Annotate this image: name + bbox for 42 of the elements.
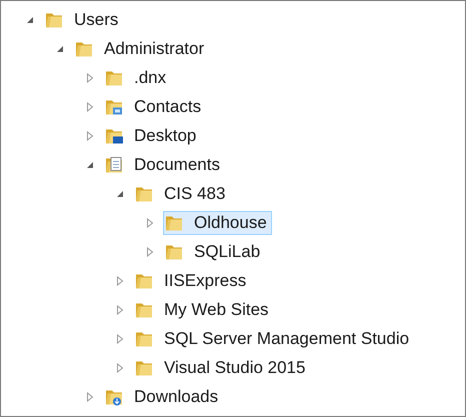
expand-toggle[interactable] (145, 218, 155, 228)
expand-toggle[interactable] (85, 130, 95, 140)
tree-item[interactable]: Oldhouse (163, 210, 272, 234)
tree-item[interactable]: Visual Studio 2015 (133, 356, 310, 380)
expand-toggle[interactable] (115, 362, 125, 372)
expand-toggle[interactable] (85, 102, 95, 112)
tree-item[interactable]: .dnx (103, 66, 172, 90)
tree-item[interactable]: SQLiLab (163, 240, 266, 264)
folder-icon (75, 40, 93, 58)
collapse-toggle[interactable] (25, 14, 35, 24)
folder-icon (135, 300, 153, 318)
expand-toggle[interactable] (115, 334, 125, 344)
collapse-toggle[interactable] (115, 188, 125, 198)
tree-item[interactable]: CIS 483 (133, 182, 230, 206)
tree-item[interactable]: SQL Server Management Studio (133, 326, 414, 350)
folder-icon (105, 68, 123, 86)
tree-item[interactable]: IISExpress (133, 268, 252, 292)
desktop-folder-icon (105, 126, 123, 144)
expand-toggle[interactable] (115, 304, 125, 314)
folder-icon (45, 10, 63, 28)
downloads-folder-icon (105, 388, 123, 406)
folder-icon (165, 214, 183, 232)
documents-folder-icon (105, 156, 123, 174)
folder-icon (135, 330, 153, 348)
collapse-toggle[interactable] (55, 44, 65, 54)
tree-item[interactable]: Administrator (73, 36, 210, 60)
expand-toggle[interactable] (85, 72, 95, 82)
tree-item[interactable]: Contacts (103, 94, 206, 118)
tree-item[interactable]: My Web Sites (133, 298, 274, 322)
folder-icon (135, 358, 153, 376)
expand-toggle[interactable] (115, 276, 125, 286)
expand-toggle[interactable] (85, 392, 95, 402)
folder-icon (135, 272, 153, 290)
tree-item[interactable]: Users (43, 8, 124, 32)
collapse-toggle[interactable] (85, 160, 95, 170)
tree-item[interactable]: Downloads (103, 384, 224, 408)
tree-item[interactable]: Desktop (103, 124, 202, 148)
expand-toggle[interactable] (145, 246, 155, 256)
folder-icon (165, 242, 183, 260)
contacts-folder-icon (105, 98, 123, 116)
folder-icon (135, 184, 153, 202)
tree-item[interactable]: Documents (103, 152, 225, 176)
